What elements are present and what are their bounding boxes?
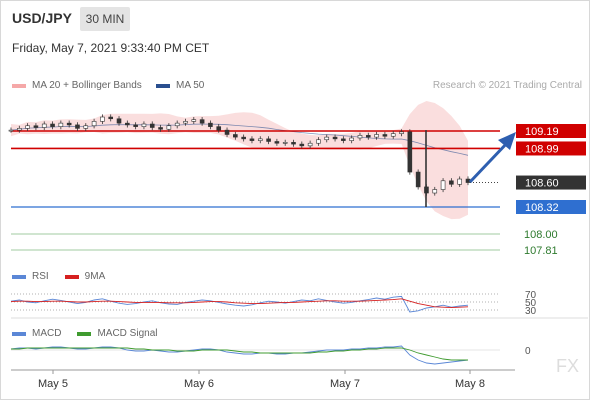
candle-body bbox=[233, 134, 238, 138]
candle-body bbox=[166, 125, 172, 130]
candle-body bbox=[224, 129, 230, 135]
x-axis-label: May 6 bbox=[184, 378, 214, 390]
candle-body bbox=[41, 123, 47, 128]
candle-body bbox=[8, 129, 14, 132]
price-level-label: 107.81 bbox=[524, 245, 558, 257]
x-axis-label: May 8 bbox=[455, 378, 485, 390]
price-level-label: 108.60 bbox=[525, 178, 559, 190]
candle-body bbox=[341, 138, 346, 141]
candle-body bbox=[457, 178, 462, 185]
candle-body bbox=[282, 142, 288, 144]
candle-body bbox=[116, 118, 122, 124]
candle-body bbox=[307, 142, 313, 147]
price-level-label: 108.99 bbox=[525, 143, 559, 155]
candle-body bbox=[158, 127, 163, 130]
candle-body bbox=[415, 171, 421, 188]
candle-body bbox=[199, 119, 205, 124]
candle-body bbox=[316, 139, 321, 144]
candle-body bbox=[374, 134, 379, 138]
candle-body bbox=[33, 125, 39, 128]
watermark-text: FX bbox=[556, 356, 579, 376]
candle-body bbox=[50, 123, 55, 127]
price-level-label: 108.32 bbox=[525, 202, 559, 214]
price-chart: FX 109.19108.99108.60108.32108.00107.817… bbox=[8, 101, 588, 390]
candle-body bbox=[91, 121, 97, 127]
candle-body bbox=[449, 180, 454, 185]
candle-body bbox=[75, 124, 80, 129]
candle-body bbox=[407, 131, 413, 173]
candle-body bbox=[332, 136, 338, 140]
candle-body bbox=[125, 122, 130, 126]
candle-body bbox=[149, 123, 155, 128]
candle-body bbox=[141, 123, 147, 127]
candle-body bbox=[108, 116, 114, 120]
candle-body bbox=[299, 143, 305, 147]
candle-body bbox=[432, 189, 438, 194]
x-axis-label: May 5 bbox=[38, 378, 68, 390]
candle-body bbox=[249, 138, 255, 141]
macd-zero-label: 0 bbox=[525, 346, 531, 357]
candle-body bbox=[83, 125, 89, 129]
candle-body bbox=[291, 142, 296, 145]
candle-body bbox=[208, 122, 213, 127]
candle-body bbox=[399, 131, 404, 134]
candle-body bbox=[266, 138, 271, 142]
macd-line bbox=[10, 345, 469, 365]
candle-body bbox=[440, 180, 446, 190]
candle-body bbox=[66, 122, 72, 126]
candle-body bbox=[58, 122, 64, 127]
candle-body bbox=[174, 122, 180, 127]
candle-body bbox=[357, 135, 363, 139]
candle-body bbox=[25, 125, 30, 129]
candle-body bbox=[17, 128, 22, 131]
x-axis-label: May 7 bbox=[330, 378, 360, 390]
candle-body bbox=[390, 133, 396, 137]
bollinger-band bbox=[11, 101, 468, 220]
candle-body bbox=[216, 126, 222, 131]
candle-body bbox=[349, 137, 354, 141]
candle-body bbox=[365, 135, 371, 138]
candle-body bbox=[324, 136, 330, 141]
candle-body bbox=[382, 134, 388, 137]
projection-arrow-head bbox=[498, 132, 516, 150]
candle-body bbox=[183, 121, 188, 124]
candle-body bbox=[133, 124, 138, 127]
rsi-level-label: 30 bbox=[525, 306, 537, 317]
candle-body bbox=[241, 136, 246, 140]
candle-body bbox=[274, 141, 280, 144]
price-level-label: 108.00 bbox=[524, 229, 558, 241]
candle-body bbox=[191, 119, 197, 122]
candle-body bbox=[257, 138, 263, 141]
price-level-label: 109.19 bbox=[525, 126, 559, 138]
candle-body bbox=[100, 116, 105, 122]
